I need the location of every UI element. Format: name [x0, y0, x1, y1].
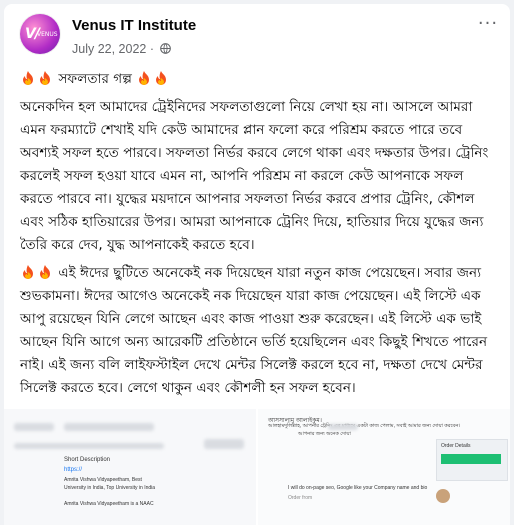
- post-meta: July 22, 2022 ·: [72, 42, 171, 56]
- fire-emoji-icon: [40, 265, 50, 279]
- fire-emoji-icon: [40, 71, 50, 85]
- fire-emoji-icon: [156, 71, 167, 85]
- post-images: Short Description https:// Amrita Vishwa…: [4, 409, 510, 525]
- image2-message: আপনার জন্য অনেক দোয়া: [298, 431, 351, 437]
- post-date[interactable]: July 22, 2022: [72, 42, 146, 56]
- image1-line: Amrita Vishwa Vidyapeetham, Best: [64, 477, 142, 483]
- blurred-text: [64, 423, 154, 431]
- user-avatar: [436, 489, 450, 503]
- screenshot-image-2[interactable]: আসসালামু আলাইকুম। আলহামদুলিল্লাহ, আপনার …: [258, 409, 510, 525]
- order-sidebar-panel: Order Details: [436, 439, 508, 481]
- image2-order-title: I will do on-page seo, Google like your …: [288, 485, 428, 491]
- image2-order-from: Order from: [288, 495, 313, 501]
- post-header: V/ VENUS Venus IT Institute July 22, 202…: [4, 4, 510, 66]
- post-paragraph-2: এই ঈদের ছুটিতে অনেকেই নক দিয়েছেন যারা ন…: [20, 265, 488, 396]
- blurred-text: [14, 443, 164, 449]
- image1-line: Amrita Vishwa Vidyapeetham is a NAAC: [64, 501, 154, 507]
- image1-link: https://: [64, 467, 83, 473]
- blurred-text: [328, 424, 358, 430]
- globe-icon[interactable]: [159, 43, 171, 54]
- image2-message: আলহামদুলিল্লাহ, আপনার ট্রেনিং এর মাধ্যমে…: [268, 423, 461, 429]
- fire-emoji-icon: [23, 265, 33, 279]
- more-options-icon[interactable]: ···: [474, 15, 502, 38]
- order-status-bar: [441, 454, 501, 464]
- facebook-post: V/ VENUS Venus IT Institute July 22, 202…: [4, 4, 510, 525]
- post-text: সফলতার গল্প অনেকদিন হল আমাদের ট্রেইনিদের…: [20, 68, 500, 400]
- post-title: সফলতার গল্প: [58, 71, 132, 87]
- blurred-text: [204, 439, 244, 449]
- post-paragraph-1: অনেকদিন হল আমাদের ট্রেইনিদের সফলতাগুলো ন…: [20, 99, 489, 253]
- screenshot-image-1[interactable]: Short Description https:// Amrita Vishwa…: [4, 409, 256, 525]
- fire-emoji-icon: [23, 71, 33, 85]
- image1-line: University in India, Top University in I…: [64, 485, 156, 491]
- blurred-text: [14, 423, 54, 431]
- order-sidebar-title: Order Details: [441, 443, 471, 449]
- avatar-logo-text: VENUS: [37, 31, 58, 38]
- meta-separator: ·: [149, 42, 155, 56]
- image1-line: Short Description: [64, 457, 111, 463]
- page-name-link[interactable]: Venus IT Institute: [72, 17, 196, 34]
- post-paragraph-2-wrap: এই ঈদের ছুটিতে অনেকেই নক দিয়েছেন যারা ন…: [20, 262, 500, 400]
- fire-emoji-icon: [139, 71, 150, 85]
- page-avatar[interactable]: V/ VENUS: [20, 14, 60, 54]
- post-title-line: সফলতার গল্প: [20, 68, 500, 91]
